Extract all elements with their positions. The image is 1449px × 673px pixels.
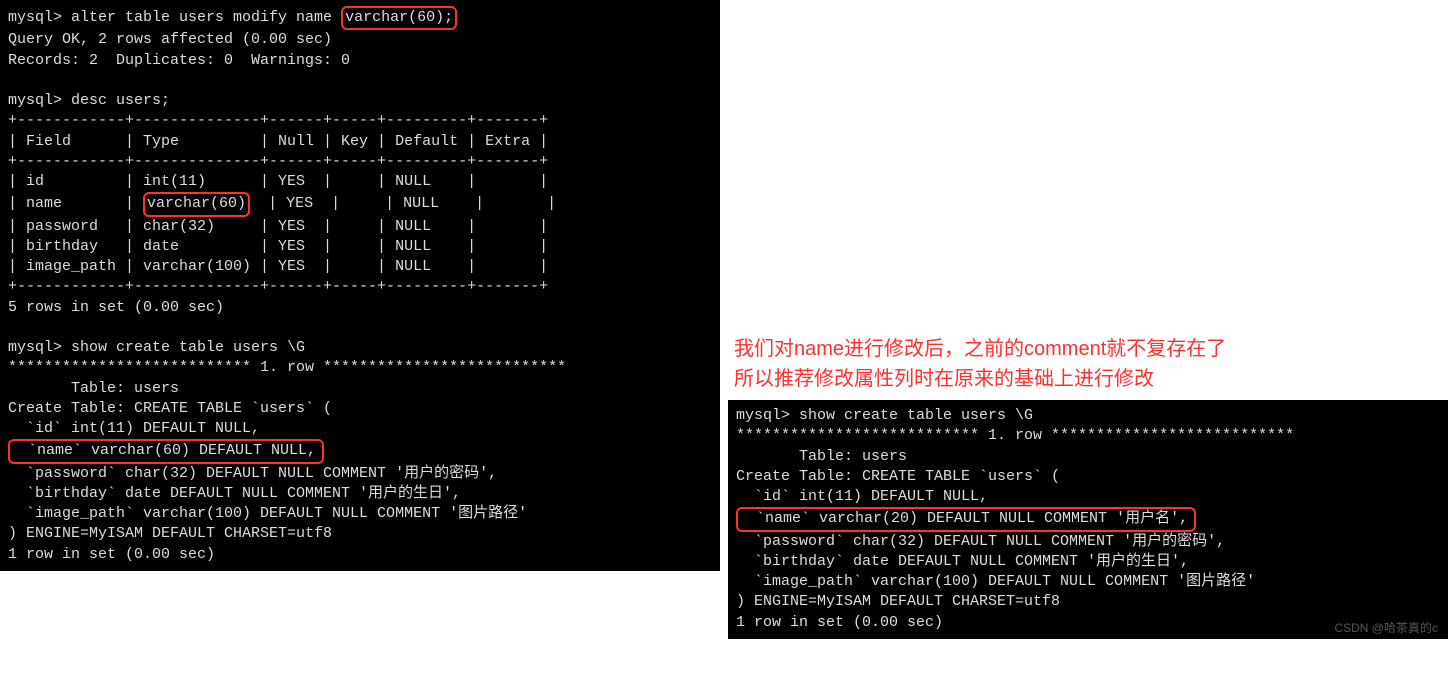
prompt: mysql> [8,9,71,26]
left-terminal: mysql> alter table users modify name var… [0,0,720,571]
create-password-line: `password` char(32) DEFAULT NULL COMMENT… [736,533,1225,550]
create-password-line: `password` char(32) DEFAULT NULL COMMENT… [8,465,497,482]
show-create-cmd: show create table users \G [71,339,305,356]
table-name-line: Table: users [736,448,907,465]
table-row-birthday: | birthday | date | YES | | NULL | | [8,238,548,255]
table-row-name-b: | YES | | NULL | | [250,195,556,212]
create-imagepath-line: `image_path` varchar(100) DEFAULT NULL C… [8,505,527,522]
create-birthday-line: `birthday` date DEFAULT NULL COMMENT '用户… [736,553,1189,570]
row-separator: *************************** 1. row *****… [8,359,566,376]
create-engine-line: ) ENGINE=MyISAM DEFAULT CHARSET=utf8 [8,525,332,542]
create-id-line: `id` int(11) DEFAULT NULL, [736,488,988,505]
table-row-password: | password | char(32) | YES | | NULL | | [8,218,548,235]
create-imagepath-line: `image_path` varchar(100) DEFAULT NULL C… [736,573,1255,590]
create-name-highlight: `name` varchar(60) DEFAULT NULL, [8,439,324,463]
one-row-set: 1 row in set (0.00 sec) [8,546,215,563]
show-create-cmd: show create table users \G [799,407,1033,424]
table-row-id: | id | int(11) | YES | | NULL | | [8,173,548,190]
table-name-line: Table: users [8,380,179,397]
create-table-head: Create Table: CREATE TABLE `users` ( [736,468,1060,485]
name-type-highlight: varchar(60) [143,192,250,216]
table-sep: +------------+--------------+------+----… [8,278,548,295]
table-row-name-a: | name | [8,195,143,212]
rows-in-set: 5 rows in set (0.00 sec) [8,299,224,316]
prompt: mysql> [736,407,799,424]
one-row-set: 1 row in set (0.00 sec) [736,614,943,631]
table-header: | Field | Type | Null | Key | Default | … [8,133,548,150]
table-row-imagepath: | image_path | varchar(100) | YES | | NU… [8,258,548,275]
create-id-line: `id` int(11) DEFAULT NULL, [8,420,260,437]
desc-cmd: desc users; [71,92,170,109]
row-separator: *************************** 1. row *****… [736,427,1294,444]
table-sep: +------------+--------------+------+----… [8,153,548,170]
alter-cmd-pre: alter table users modify name [71,9,341,26]
prompt: mysql> [8,92,71,109]
create-engine-line: ) ENGINE=MyISAM DEFAULT CHARSET=utf8 [736,593,1060,610]
alter-varchar-highlight: varchar(60); [341,6,457,30]
prompt: mysql> [8,339,71,356]
right-terminal: mysql> show create table users \G ******… [728,400,1448,639]
create-birthday-line: `birthday` date DEFAULT NULL COMMENT '用户… [8,485,461,502]
records-line: Records: 2 Duplicates: 0 Warnings: 0 [8,52,350,69]
query-ok-line: Query OK, 2 rows affected (0.00 sec) [8,31,332,48]
create-table-head: Create Table: CREATE TABLE `users` ( [8,400,332,417]
annotation-text: 我们对name进行修改后，之前的comment就不复存在了 所以推荐修改属性列时… [728,330,1448,400]
table-sep: +------------+--------------+------+----… [8,112,548,129]
annotation-line-1: 我们对name进行修改后，之前的comment就不复存在了 [734,338,1226,360]
create-name-highlight: `name` varchar(20) DEFAULT NULL COMMENT … [736,507,1196,531]
annotation-line-2: 所以推荐修改属性列时在原来的基础上进行修改 [734,368,1154,390]
